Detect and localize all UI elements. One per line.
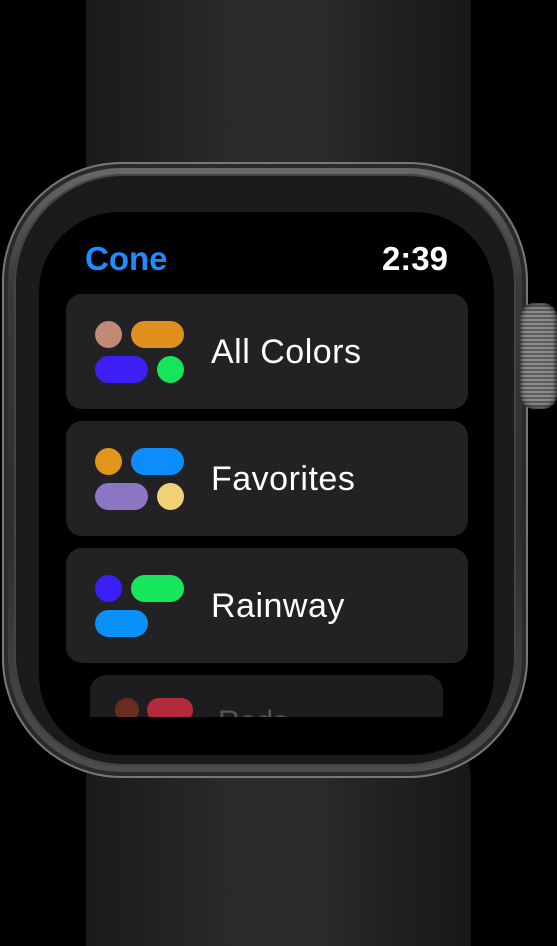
swatch — [131, 448, 184, 475]
list-item-label: Rainway — [211, 587, 345, 625]
swatch — [131, 321, 184, 348]
watch-screen: Cone 2:39 All Colors Favorites Rainway — [39, 212, 494, 755]
list-item-all-colors[interactable]: All Colors — [66, 294, 468, 409]
swatch — [95, 448, 122, 475]
swatch — [95, 610, 148, 637]
swatch — [95, 356, 148, 383]
screen-bottom-mask — [39, 717, 494, 755]
swatch — [131, 575, 184, 602]
swatch — [95, 575, 122, 602]
app-title: Cone — [85, 240, 168, 277]
swatch — [95, 483, 148, 510]
swatch — [95, 321, 122, 348]
list-item-rainway[interactable]: Rainway — [66, 548, 468, 663]
list-item-favorites[interactable]: Favorites — [66, 421, 468, 536]
list-item-label: All Colors — [211, 333, 362, 371]
swatch — [157, 483, 184, 510]
status-time: 2:39 — [381, 240, 448, 277]
digital-crown[interactable] — [520, 303, 557, 409]
list-item-label: Favorites — [211, 460, 356, 498]
swatch — [157, 356, 184, 383]
